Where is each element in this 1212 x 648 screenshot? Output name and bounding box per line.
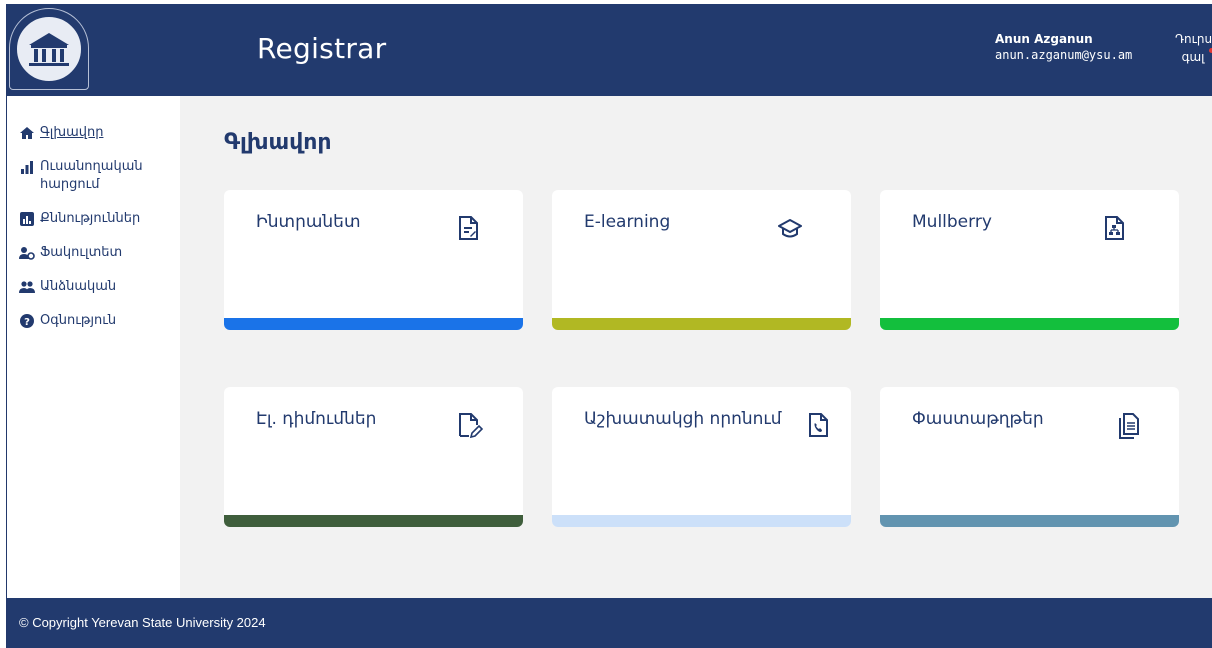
logout-button[interactable]: Դուրս գալ xyxy=(1175,30,1212,66)
card-label: Ինտրանետ xyxy=(256,212,361,232)
card-e-applications[interactable]: Էլ. դիմումներ xyxy=(224,387,523,527)
users-icon xyxy=(19,279,35,295)
card-color-bar xyxy=(552,318,851,330)
card-employee-search[interactable]: Աշխատակցի որոնում xyxy=(552,387,851,527)
document-sitemap-icon xyxy=(1103,216,1127,240)
phone-document-icon xyxy=(807,413,831,437)
sidebar-item-home[interactable]: Գլխավոր xyxy=(7,120,180,146)
sidebar-item-label: Անձնական xyxy=(40,279,117,294)
card-documents[interactable]: Փաստաթղթեր xyxy=(880,387,1179,527)
card-color-bar xyxy=(552,515,851,527)
file-pen-icon xyxy=(457,413,484,439)
user-gear-icon xyxy=(19,245,35,261)
document-edit-icon xyxy=(457,216,481,240)
card-label: Փաստաթղթեր xyxy=(912,409,1044,429)
logout-label-line1: Դուրս xyxy=(1175,32,1212,46)
top-header: Registrar Anun Azganun anun.azganum@ysu.… xyxy=(7,4,1212,96)
app-frame: Registrar Anun Azganun anun.azganum@ysu.… xyxy=(6,4,1212,648)
svg-text:?: ? xyxy=(24,317,30,328)
user-name: Anun Azganun xyxy=(995,32,1093,46)
chart-box-icon xyxy=(19,211,35,227)
user-email: anun.azganum@ysu.am xyxy=(995,48,1133,62)
sidebar-item-help[interactable]: ? Օգնություն xyxy=(7,308,180,334)
sidebar-item-exams[interactable]: Քննություններ xyxy=(7,206,180,232)
app-title: Registrar xyxy=(257,32,387,65)
sidebar-item-label: Քննություններ xyxy=(40,211,141,226)
sidebar-item-label: Ուսանողական հարցում xyxy=(40,159,143,192)
main-content: Գլխավոր Ինտրանետ E-learning Mullberry Էլ… xyxy=(180,96,1212,598)
sidebar-item-label: Գլխավոր xyxy=(40,125,104,140)
card-label: Էլ. դիմումներ xyxy=(256,409,377,429)
page-title: Գլխավոր xyxy=(224,130,332,155)
logo-emblem-icon xyxy=(15,15,83,83)
sidebar-item-personal[interactable]: Անձնական xyxy=(7,274,180,300)
graduation-cap-icon xyxy=(778,218,802,242)
card-elearning[interactable]: E-learning xyxy=(552,190,851,330)
sidebar-item-label: Ֆակուլտետ xyxy=(40,245,123,260)
card-intranet[interactable]: Ինտրանետ xyxy=(224,190,523,330)
home-icon xyxy=(19,125,35,141)
card-mullberry[interactable]: Mullberry xyxy=(880,190,1179,330)
sidebar-item-faculty[interactable]: Ֆակուլտետ xyxy=(7,240,180,266)
sidebar: Գլխավոր Ուսանողական հարցում Քննություննե… xyxy=(7,96,180,598)
card-color-bar xyxy=(880,318,1179,330)
card-label: E-learning xyxy=(584,212,671,232)
logout-label-line2: գալ xyxy=(1181,50,1205,64)
university-logo[interactable] xyxy=(9,8,89,90)
footer: © Copyright Yerevan State University 202… xyxy=(7,598,1212,648)
documents-icon xyxy=(1118,413,1142,439)
user-info: Anun Azganun anun.azganum@ysu.am xyxy=(995,32,1132,62)
bar-chart-icon xyxy=(19,159,35,175)
help-icon: ? xyxy=(19,313,35,329)
card-label: Mullberry xyxy=(912,212,992,232)
card-label: Աշխատակցի որոնում xyxy=(584,409,782,429)
sidebar-item-label: Օգնություն xyxy=(40,313,117,328)
sidebar-item-student-survey[interactable]: Ուսանողական հարցում xyxy=(7,154,180,198)
card-color-bar xyxy=(880,515,1179,527)
copyright-text: © Copyright Yerevan State University 202… xyxy=(19,615,266,630)
card-color-bar xyxy=(224,515,523,527)
card-color-bar xyxy=(224,318,523,330)
